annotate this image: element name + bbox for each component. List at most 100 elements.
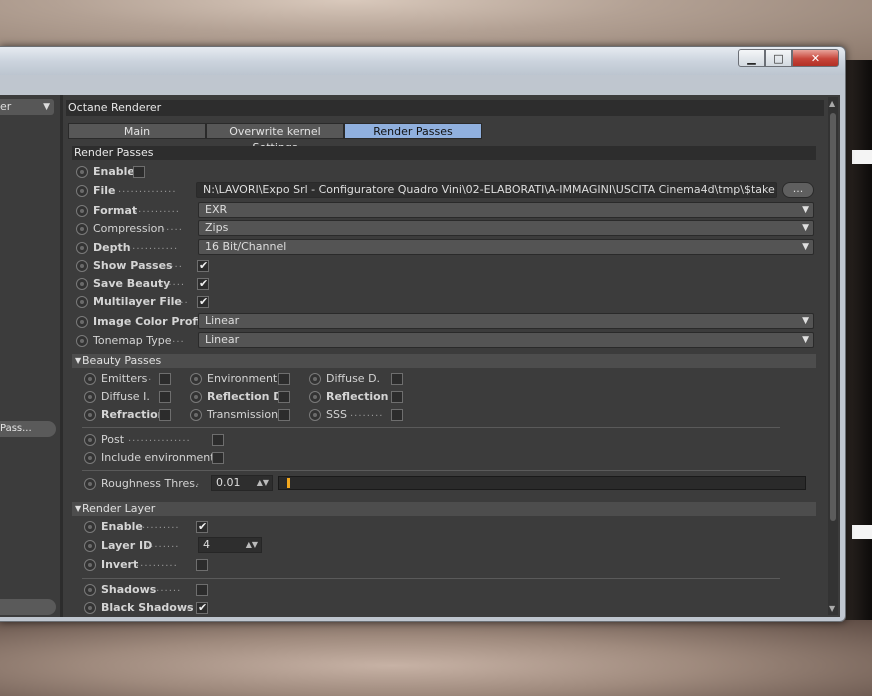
layer-enable-keyframe-radio[interactable] [84, 521, 96, 533]
format-dropdown[interactable]: EXR ▼ [198, 202, 814, 218]
minimize-button[interactable]: ▁ [738, 49, 765, 67]
file-keyframe-radio[interactable] [76, 185, 88, 197]
panel-divider[interactable] [60, 95, 63, 617]
transmission-keyframe-radio[interactable] [190, 409, 202, 421]
spin-arrows-icon[interactable]: ▲▼ [246, 538, 258, 552]
separator [82, 427, 780, 428]
diffuse-indirect-keyframe-radio[interactable] [84, 391, 96, 403]
chevron-down-icon: ▼ [802, 205, 809, 215]
scroll-down-icon[interactable]: ▼ [829, 604, 835, 613]
compression-value: Zips [205, 221, 229, 234]
roughness-value: 0.01 [216, 476, 241, 489]
transmission-checkbox[interactable] [278, 409, 290, 421]
layer-id-keyframe-radio[interactable] [84, 540, 96, 552]
layer-id-leader: ........ [146, 539, 180, 550]
roughness-stepper[interactable]: 0.01 ▲▼ [211, 475, 273, 491]
left-panel-button[interactable] [0, 599, 56, 615]
chevron-down-icon: ▼ [802, 223, 809, 233]
image-color-profile-label: Image Color Profile [93, 315, 212, 328]
tonemap-type-dropdown[interactable]: Linear ▼ [198, 332, 814, 348]
emitters-checkbox[interactable] [159, 373, 171, 385]
panel-title: Octane Renderer [66, 100, 824, 116]
vertical-scrollbar[interactable]: ▲ ▼ [828, 97, 838, 615]
roughness-leader: .. [192, 477, 201, 488]
left-panel-pass-button[interactable]: Pass... [0, 421, 56, 437]
format-keyframe-radio[interactable] [76, 205, 88, 217]
image-color-profile-keyframe-radio[interactable] [76, 316, 88, 328]
reflection-indirect-checkbox[interactable] [391, 391, 403, 403]
diffuse-indirect-checkbox[interactable] [159, 391, 171, 403]
save-beauty-keyframe-radio[interactable] [76, 278, 88, 290]
beauty-passes-group-header[interactable]: ▼ Beauty Passes [72, 354, 816, 368]
reflection-direct-checkbox[interactable] [278, 391, 290, 403]
refraction-checkbox[interactable] [159, 409, 171, 421]
enable-checkbox[interactable] [133, 166, 145, 178]
black-shadows-checkbox[interactable] [196, 601, 208, 614]
maximize-button[interactable]: □ [765, 49, 792, 67]
reflection-direct-keyframe-radio[interactable] [190, 391, 202, 403]
layer-id-stepper[interactable]: 4 ▲▼ [198, 537, 262, 553]
slider-handle[interactable] [287, 478, 291, 488]
refraction-keyframe-radio[interactable] [84, 409, 96, 421]
render-layer-group-header[interactable]: ▼ Render Layer [72, 502, 816, 516]
separator [82, 578, 780, 579]
shadows-checkbox[interactable] [196, 584, 208, 596]
multilayer-checkbox[interactable] [197, 295, 209, 308]
close-button[interactable]: ✕ [792, 49, 839, 67]
background-white-mark [852, 525, 872, 539]
file-label: File [93, 184, 116, 197]
show-passes-keyframe-radio[interactable] [76, 260, 88, 272]
layer-enable-checkbox[interactable] [196, 520, 208, 533]
depth-dropdown[interactable]: 16 Bit/Channel ▼ [198, 239, 814, 255]
desktop-background-right [846, 60, 872, 620]
caret-down-icon: ▼ [75, 504, 82, 513]
save-beauty-checkbox[interactable] [197, 277, 209, 290]
window-content: er ▼ Pass... Octane Renderer Main Overwr… [0, 95, 840, 617]
tab-overwrite-kernel-settings[interactable]: Overwrite kernel Settings [206, 123, 344, 154]
post-checkbox[interactable] [212, 434, 224, 446]
spin-arrows-icon[interactable]: ▲▼ [257, 476, 269, 490]
refraction-label: Refraction [101, 408, 166, 421]
include-environment-checkbox[interactable] [212, 452, 224, 464]
reflection-direct-label: Reflection D. [207, 390, 287, 403]
black-shadows-keyframe-radio[interactable] [84, 602, 96, 614]
sss-label: SSS [326, 408, 347, 421]
tab-main[interactable]: Main [68, 123, 206, 139]
show-passes-checkbox[interactable] [197, 259, 209, 272]
tonemap-type-keyframe-radio[interactable] [76, 335, 88, 347]
sss-keyframe-radio[interactable] [309, 409, 321, 421]
enable-label: Enable [93, 165, 135, 178]
beauty-passes-title: Beauty Passes [82, 354, 162, 367]
environment-checkbox[interactable] [278, 373, 290, 385]
compression-dropdown[interactable]: Zips ▼ [198, 220, 814, 236]
diffuse-direct-keyframe-radio[interactable] [309, 373, 321, 385]
emitters-keyframe-radio[interactable] [84, 373, 96, 385]
compression-keyframe-radio[interactable] [76, 223, 88, 235]
roughness-keyframe-radio[interactable] [84, 478, 96, 490]
image-color-profile-dropdown[interactable]: Linear ▼ [198, 313, 814, 329]
left-panel-dropdown[interactable]: er ▼ [0, 99, 54, 115]
sss-checkbox[interactable] [391, 409, 403, 421]
diffuse-direct-checkbox[interactable] [391, 373, 403, 385]
scroll-up-icon[interactable]: ▲ [829, 99, 835, 108]
depth-keyframe-radio[interactable] [76, 242, 88, 254]
file-browse-button[interactable]: ... [782, 182, 814, 198]
left-panel-dropdown-label: er [0, 100, 12, 113]
invert-keyframe-radio[interactable] [84, 559, 96, 571]
multilayer-keyframe-radio[interactable] [76, 296, 88, 308]
include-environment-label: Include environment [101, 451, 215, 464]
include-environment-keyframe-radio[interactable] [84, 452, 96, 464]
shadows-keyframe-radio[interactable] [84, 584, 96, 596]
environment-keyframe-radio[interactable] [190, 373, 202, 385]
invert-label: Invert [101, 558, 139, 571]
invert-checkbox[interactable] [196, 559, 208, 571]
reflection-indirect-keyframe-radio[interactable] [309, 391, 321, 403]
roughness-slider[interactable] [278, 476, 806, 490]
post-keyframe-radio[interactable] [84, 434, 96, 446]
tab-render-passes[interactable]: Render Passes [344, 123, 482, 139]
file-path-field[interactable]: N:\LAVORI\Expo Srl - Configuratore Quadr… [196, 182, 777, 198]
scrollbar-thumb[interactable] [830, 113, 836, 521]
emitters-leader: .. [144, 372, 153, 383]
layer-enable-label: Enable [101, 520, 143, 533]
enable-keyframe-radio[interactable] [76, 166, 88, 178]
